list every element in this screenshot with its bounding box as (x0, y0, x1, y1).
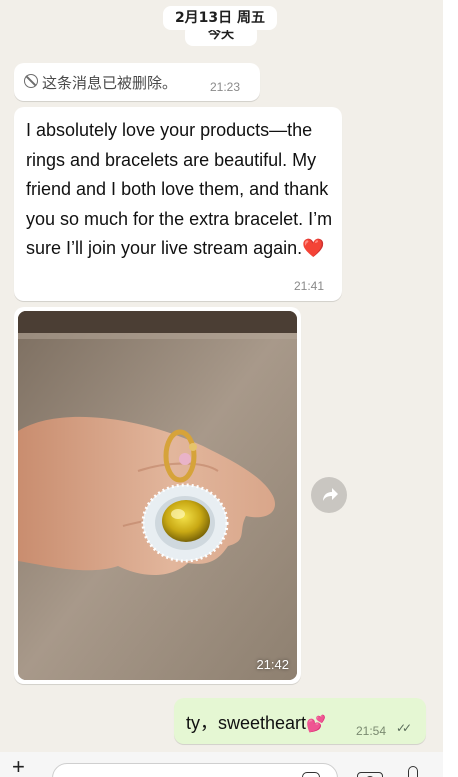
message-text: I absolutely love your products—the ring… (26, 120, 333, 258)
deleted-message[interactable]: 这条消息已被删除。 21:23 (14, 63, 260, 101)
mic-icon[interactable] (408, 766, 418, 777)
ring-photo-image (18, 311, 297, 680)
message-time: 21:41 (294, 279, 325, 293)
hearts-emoji: 💕 (306, 716, 326, 733)
incoming-image-message[interactable]: 21:42 (14, 307, 301, 684)
ban-icon (24, 74, 38, 88)
double-check-icon: ✓✓ (396, 721, 412, 735)
message-body: I absolutely love your products—the ring… (26, 116, 336, 264)
camera-icon[interactable] (357, 772, 383, 777)
ring-photo[interactable]: 21:42 (18, 311, 297, 680)
date-header: 2月13日 周五 (163, 6, 277, 30)
forward-icon (323, 488, 338, 501)
incoming-text-message[interactable]: I absolutely love your products—the ring… (14, 107, 342, 301)
message-body: ty，sweetheart💕 (186, 709, 326, 735)
sticker-icon[interactable] (302, 772, 320, 777)
message-time: 21:54 (356, 724, 387, 738)
right-edge (443, 0, 458, 777)
outgoing-message[interactable]: ty，sweetheart💕 21:54 ✓✓ (174, 698, 426, 744)
deleted-message-text: 这条消息已被删除。 (42, 74, 178, 92)
heart-emoji: ❤️ (302, 238, 325, 258)
forward-button[interactable] (311, 477, 347, 513)
message-input[interactable] (52, 763, 338, 777)
message-time: 21:23 (210, 80, 241, 94)
message-text: ty，sweetheart (186, 713, 307, 733)
message-time: 21:42 (256, 657, 289, 672)
plus-icon[interactable]: + (12, 756, 25, 777)
